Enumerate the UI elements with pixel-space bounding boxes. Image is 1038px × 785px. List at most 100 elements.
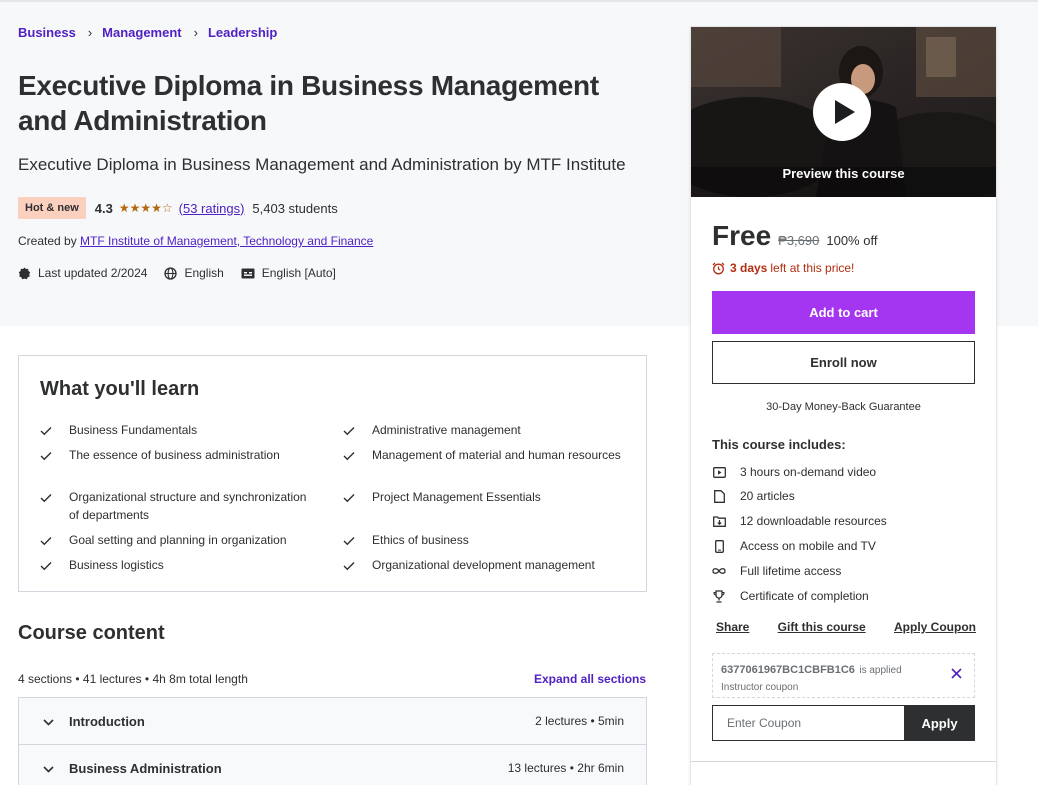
video-icon <box>712 466 726 478</box>
check-icon <box>40 556 54 576</box>
course-title: Executive Diploma in Business Management… <box>18 70 599 136</box>
section-info: 2 lectures • 5min <box>535 714 624 728</box>
course-content-meta: 4 sections • 41 lectures • 4h 8m total l… <box>18 672 248 686</box>
last-updated: Last updated 2/2024 <box>18 266 147 280</box>
check-icon <box>343 531 357 551</box>
add-to-cart-button[interactable]: Add to cart <box>712 291 975 334</box>
enroll-now-button[interactable]: Enroll now <box>712 341 975 384</box>
learn-item: The essence of business administration <box>40 446 319 466</box>
includes-title: This course includes: <box>712 437 846 452</box>
check-icon <box>40 488 54 524</box>
language-text: English <box>184 266 224 280</box>
infinity-icon <box>712 567 726 575</box>
section-row-business-administration[interactable]: Business Administration 13 lectures • 2h… <box>18 744 647 785</box>
learn-item: Organizational development management <box>343 556 622 576</box>
learn-item: Project Management Essentials <box>343 488 622 508</box>
chevron-right-icon: › <box>87 25 93 40</box>
include-item: 20 articles <box>712 489 795 503</box>
trophy-icon <box>712 589 726 603</box>
learn-title: What you'll learn <box>40 378 200 400</box>
ratings-count-link[interactable]: (53 ratings) <box>179 201 245 216</box>
closed-captions-icon <box>241 268 255 278</box>
chevron-down-icon <box>43 761 55 776</box>
learn-item: Management of material and human resourc… <box>343 446 622 466</box>
coupon-apply-button[interactable]: Apply <box>904 705 975 741</box>
students-count: 5,403 students <box>252 200 338 216</box>
globe-icon <box>164 266 178 280</box>
urgency-days: 3 days <box>730 261 768 275</box>
remove-coupon-icon[interactable] <box>951 666 962 684</box>
breadcrumb-item-management[interactable]: Management <box>102 25 181 40</box>
course-content-title: Course content <box>18 622 165 644</box>
section-name: Introduction <box>69 713 145 729</box>
hot-new-badge: Hot & new <box>18 197 86 219</box>
check-icon <box>343 488 357 508</box>
alarm-clock-icon <box>712 262 725 274</box>
discount-percent: 100% off <box>826 233 878 248</box>
language: English <box>164 266 224 280</box>
mobile-icon <box>712 539 726 553</box>
share-button[interactable]: Share <box>716 620 749 634</box>
breadcrumb: Business › Management › Leadership <box>18 25 277 40</box>
learn-item: Ethics of business <box>343 531 622 551</box>
money-back-guarantee: 30-Day Money-Back Guarantee <box>766 401 921 413</box>
check-icon <box>40 531 54 551</box>
include-item: 3 hours on-demand video <box>712 465 876 479</box>
preview-label: Preview this course <box>782 166 905 181</box>
check-icon <box>343 446 357 466</box>
price-row: Free ₱3,690 100% off <box>712 220 877 252</box>
urgency-text: left at this price! <box>770 261 855 275</box>
coupon-type: Instructor coupon <box>721 682 799 693</box>
include-item: Certificate of completion <box>712 589 869 603</box>
created-by: Created by MTF Institute of Management, … <box>18 234 373 248</box>
learn-item: Goal setting and planning in organizatio… <box>40 531 319 551</box>
what-youll-learn-box: What you'll learn Business Fundamentals … <box>18 355 647 592</box>
sidebar-actions: Share Gift this course Apply Coupon <box>716 620 976 634</box>
gift-course-button[interactable]: Gift this course <box>778 620 866 634</box>
original-price: ₱3,690 <box>778 233 820 248</box>
rating-value: 4.3 <box>94 200 113 216</box>
section-name: Business Administration <box>69 760 222 776</box>
breadcrumb-item-leadership[interactable]: Leadership <box>208 25 277 40</box>
learn-item: Organizational structure and synchroniza… <box>40 488 319 524</box>
breadcrumb-item-business[interactable]: Business <box>18 25 76 40</box>
learn-item: Business Fundamentals <box>40 421 319 441</box>
include-item: Full lifetime access <box>712 564 841 578</box>
play-button-icon[interactable] <box>813 83 871 141</box>
article-icon <box>712 489 726 503</box>
course-meta-row: Last updated 2/2024 English English [Aut… <box>18 266 353 280</box>
check-icon <box>40 421 54 441</box>
check-icon <box>40 446 54 466</box>
chevron-right-icon: › <box>193 25 198 40</box>
chevron-down-icon <box>43 714 55 729</box>
coupon-status: is applied <box>859 665 902 676</box>
apply-coupon-link[interactable]: Apply Coupon <box>894 620 976 634</box>
rating-row: Hot & new 4.3 ★★★★☆ (53 ratings) 5,403 s… <box>18 197 338 219</box>
include-item: Access on mobile and TV <box>712 539 876 553</box>
purchase-sidebar: Preview this course Free ₱3,690 100% off… <box>690 26 997 785</box>
expand-all-sections-button[interactable]: Expand all sections <box>534 672 646 686</box>
alert-badge-icon <box>18 267 31 279</box>
author-link[interactable]: MTF Institute of Management, Technology … <box>80 234 373 248</box>
learn-item: Business logistics <box>40 556 319 576</box>
section-row-introduction[interactable]: Introduction 2 lectures • 5min <box>18 697 647 745</box>
learn-item: Administrative management <box>343 421 622 441</box>
coupon-input[interactable]: Enter Coupon <box>712 705 904 741</box>
download-icon <box>712 515 726 527</box>
captions: English [Auto] <box>241 266 336 280</box>
coupon-code: 6377061967BC1CBFB1C6 <box>721 664 855 676</box>
check-icon <box>343 421 357 441</box>
created-by-label: Created by <box>18 234 77 248</box>
course-preview-video[interactable]: Preview this course <box>691 27 996 197</box>
urgency-message: 3 days left at this price! <box>712 261 854 275</box>
include-item: 12 downloadable resources <box>712 514 887 528</box>
applied-coupon-box: 6377061967BC1CBFB1C6 is applied Instruct… <box>712 653 975 698</box>
course-subtitle: Executive Diploma in Business Management… <box>18 155 626 174</box>
sidebar-divider <box>691 761 996 762</box>
last-updated-text: Last updated 2/2024 <box>38 266 148 280</box>
current-price: Free <box>712 220 772 251</box>
captions-text: English [Auto] <box>261 266 336 280</box>
section-info: 13 lectures • 2hr 6min <box>507 761 624 775</box>
check-icon <box>343 556 357 576</box>
star-rating-icon: ★★★★☆ <box>118 201 173 215</box>
